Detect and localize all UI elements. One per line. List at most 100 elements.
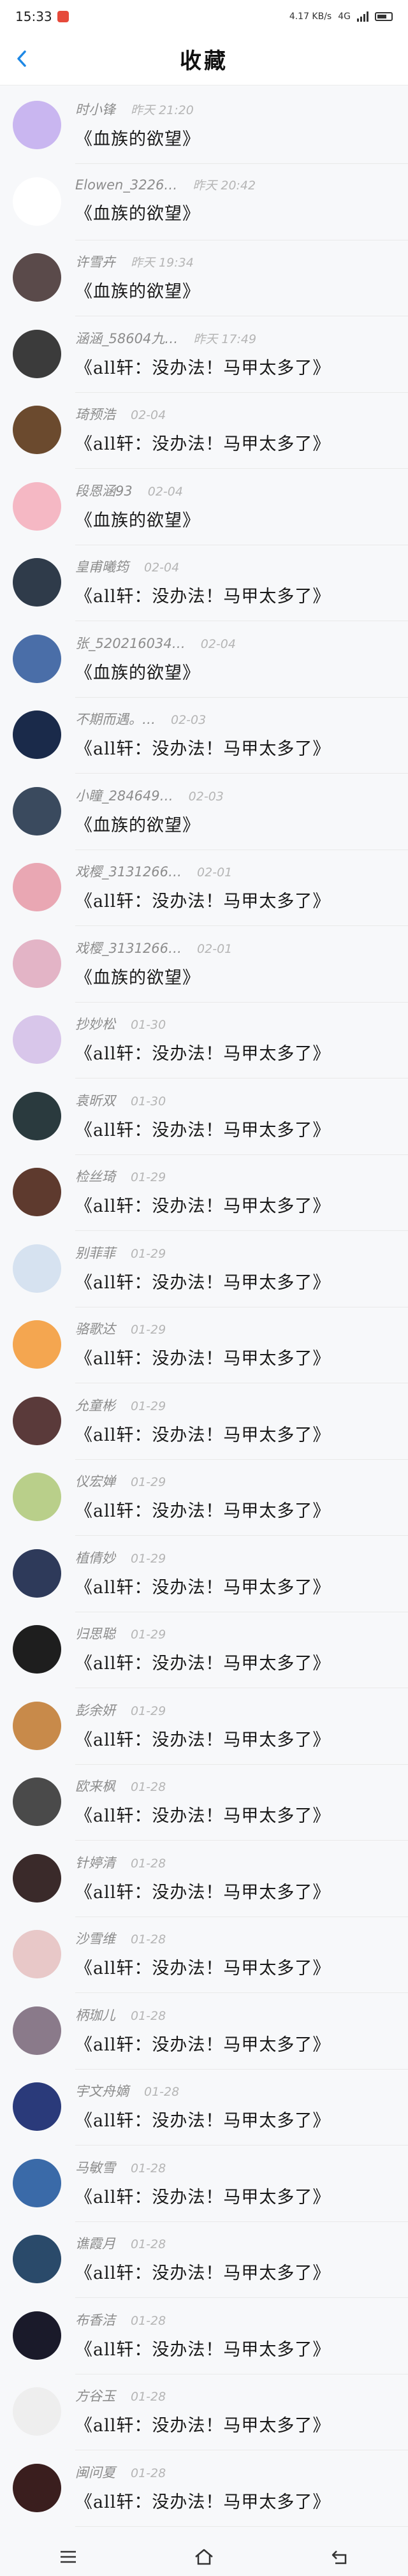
user-name[interactable]: 别菲菲 xyxy=(75,1243,115,1262)
user-name[interactable]: 戏樱_3131266… xyxy=(75,862,182,881)
list-item[interactable]: 涵涵_58604九… 昨天 17:49 《all轩：没办法！马甲太多了》 xyxy=(0,317,408,394)
list-item[interactable]: 允童彬 01-29 《all轩：没办法！马甲太多了》 xyxy=(0,1384,408,1461)
list-item[interactable]: 戏樱_3131266… 02-01 《血族的欲望》 xyxy=(0,927,408,1003)
work-title[interactable]: 《all轩：没办法！马甲太多了》 xyxy=(75,1040,408,1064)
avatar[interactable] xyxy=(13,101,61,149)
user-name[interactable]: 谯霞月 xyxy=(75,2234,115,2253)
list-item[interactable]: 植倩妙 01-29 《all轩：没办法！马甲太多了》 xyxy=(0,1536,408,1613)
user-name[interactable]: 琦预浩 xyxy=(75,404,115,423)
work-title[interactable]: 《血族的欲望》 xyxy=(75,659,408,684)
work-title[interactable]: 《血族的欲望》 xyxy=(75,964,408,989)
list-item[interactable]: 戏樱_3131266… 02-01 《all轩：没办法！马甲太多了》 xyxy=(0,850,408,927)
work-title[interactable]: 《all轩：没办法！马甲太多了》 xyxy=(75,1269,408,1293)
work-title[interactable]: 《all轩：没办法！马甲太多了》 xyxy=(75,1192,408,1217)
work-title[interactable]: 《all轩：没办法！马甲太多了》 xyxy=(75,2107,408,2131)
user-name[interactable]: 许雪卉 xyxy=(75,252,115,271)
avatar[interactable] xyxy=(13,634,61,683)
avatar[interactable] xyxy=(13,939,61,988)
list-item[interactable]: 不期而遇。… 02-03 《all轩：没办法！马甲太多了》 xyxy=(0,698,408,774)
user-name[interactable]: Elowen_3226… xyxy=(75,177,177,193)
user-name[interactable]: 柄珈儿 xyxy=(75,2005,115,2024)
user-name[interactable]: 皇甫曦筠 xyxy=(75,557,129,576)
list-item[interactable]: 彭余妍 01-29 《all轩：没办法！马甲太多了》 xyxy=(0,1689,408,1765)
user-name[interactable]: 段恩涵93 xyxy=(75,481,133,500)
user-name[interactable]: 沙雪维 xyxy=(75,1929,115,1948)
list-item[interactable]: Elowen_3226… 昨天 20:42 《血族的欲望》 xyxy=(0,165,408,241)
avatar[interactable] xyxy=(13,177,61,226)
avatar[interactable] xyxy=(13,863,61,911)
avatar[interactable] xyxy=(13,786,61,835)
work-title[interactable]: 《all轩：没办法！马甲太多了》 xyxy=(75,582,408,607)
list-item[interactable]: 归思聪 01-29 《all轩：没办法！马甲太多了》 xyxy=(0,1612,408,1689)
back-nav-button[interactable] xyxy=(321,2544,359,2570)
work-title[interactable]: 《all轩：没办法！马甲太多了》 xyxy=(75,2259,408,2284)
work-title[interactable]: 《血族的欲望》 xyxy=(75,277,408,302)
list-item[interactable]: 柄珈儿 01-28 《all轩：没办法！马甲太多了》 xyxy=(0,1994,408,2070)
user-name[interactable]: 戏樱_3131266… xyxy=(75,938,182,957)
work-title[interactable]: 《all轩：没办法！马甲太多了》 xyxy=(75,354,408,379)
list-item[interactable]: 许雪卉 昨天 19:34 《血族的欲望》 xyxy=(0,240,408,317)
work-title[interactable]: 《血族的欲望》 xyxy=(75,811,408,836)
work-title[interactable]: 《all轩：没办法！马甲太多了》 xyxy=(75,1344,408,1369)
list-item[interactable]: 骆歌达 01-29 《all轩：没办法！马甲太多了》 xyxy=(0,1307,408,1384)
list-item[interactable]: 琦预浩 02-04 《all轩：没办法！马甲太多了》 xyxy=(0,393,408,469)
user-name[interactable]: 张_520216034… xyxy=(75,633,186,652)
work-title[interactable]: 《all轩：没办法！马甲太多了》 xyxy=(75,2411,408,2436)
user-name[interactable]: 欧来枫 xyxy=(75,1776,115,1795)
user-name[interactable]: 方谷玉 xyxy=(75,2386,115,2405)
user-name[interactable]: 不期而遇。… xyxy=(75,709,156,728)
user-name[interactable]: 植倩妙 xyxy=(75,1548,115,1567)
user-name[interactable]: 时小锋 xyxy=(75,99,115,119)
work-title[interactable]: 《all轩：没办法！马甲太多了》 xyxy=(75,1497,408,1522)
work-title[interactable]: 《血族的欲望》 xyxy=(75,506,408,531)
avatar[interactable] xyxy=(13,1853,61,1903)
list-item[interactable]: 仪宏婵 01-29 《all轩：没办法！马甲太多了》 xyxy=(0,1460,408,1536)
list-item[interactable]: 袁昕双 01-30 《all轩：没办法！马甲太多了》 xyxy=(0,1079,408,1156)
avatar[interactable] xyxy=(13,1168,61,1216)
user-name[interactable]: 宇文舟嫡 xyxy=(75,2081,129,2100)
list-item[interactable]: 闽问夏 01-28 《all轩：没办法！马甲太多了》 xyxy=(0,2451,408,2528)
avatar[interactable] xyxy=(13,1701,61,1750)
list-item[interactable]: 张_520216034… 02-04 《血族的欲望》 xyxy=(0,622,408,698)
avatar[interactable] xyxy=(13,1320,61,1369)
avatar[interactable] xyxy=(13,2463,61,2512)
list-item[interactable]: 方谷玉 01-28 《all轩：没办法！马甲太多了》 xyxy=(0,2374,408,2451)
avatar[interactable] xyxy=(13,2082,61,2131)
user-name[interactable]: 检丝琦 xyxy=(75,1167,115,1186)
user-name[interactable]: 袁昕双 xyxy=(75,1091,115,1110)
work-title[interactable]: 《all轩：没办法！马甲太多了》 xyxy=(75,2031,408,2056)
avatar[interactable] xyxy=(13,710,61,759)
user-name[interactable]: 抄妙松 xyxy=(75,1014,115,1033)
avatar[interactable] xyxy=(13,2158,61,2207)
list-item[interactable]: 欧来枫 01-28 《all轩：没办法！马甲太多了》 xyxy=(0,1765,408,1841)
user-name[interactable]: 布香洁 xyxy=(75,2310,115,2329)
work-title[interactable]: 《all轩：没办法！马甲太多了》 xyxy=(75,1573,408,1598)
menu-button[interactable] xyxy=(49,2544,87,2570)
work-title[interactable]: 《all轩：没办法！马甲太多了》 xyxy=(75,887,408,912)
avatar[interactable] xyxy=(13,1015,61,1064)
avatar[interactable] xyxy=(13,482,61,531)
list-item[interactable]: 针婷清 01-28 《all轩：没办法！马甲太多了》 xyxy=(0,1841,408,1918)
list-item[interactable]: 宇文舟嫡 01-28 《all轩：没办法！马甲太多了》 xyxy=(0,2070,408,2146)
work-title[interactable]: 《all轩：没办法！马甲太多了》 xyxy=(75,2488,408,2513)
list-item[interactable]: 谯霞月 01-28 《all轩：没办法！马甲太多了》 xyxy=(0,2222,408,2299)
user-name[interactable]: 骆歌达 xyxy=(75,1319,115,1338)
home-button[interactable] xyxy=(185,2544,223,2570)
avatar[interactable] xyxy=(13,2235,61,2283)
list-item[interactable]: 检丝琦 01-29 《all轩：没办法！马甲太多了》 xyxy=(0,1155,408,1232)
avatar[interactable] xyxy=(13,2006,61,2055)
avatar[interactable] xyxy=(13,1396,61,1445)
work-title[interactable]: 《all轩：没办法！马甲太多了》 xyxy=(75,2183,408,2208)
list-item[interactable]: 皇甫曦筠 02-04 《all轩：没办法！马甲太多了》 xyxy=(0,545,408,622)
list-item[interactable]: 马敏雪 01-28 《all轩：没办法！马甲太多了》 xyxy=(0,2146,408,2223)
list-item[interactable]: 布香洁 01-28 《all轩：没办法！马甲太多了》 xyxy=(0,2299,408,2375)
avatar[interactable] xyxy=(13,2387,61,2436)
work-title[interactable]: 《all轩：没办法！马甲太多了》 xyxy=(75,1802,408,1827)
avatar[interactable] xyxy=(13,1473,61,1521)
user-name[interactable]: 归思聪 xyxy=(75,1624,115,1643)
work-title[interactable]: 《血族的欲望》 xyxy=(75,125,408,150)
list-item[interactable]: 沙雪维 01-28 《all轩：没办法！马甲太多了》 xyxy=(0,1917,408,1994)
avatar[interactable] xyxy=(13,1777,61,1826)
work-title[interactable]: 《all轩：没办法！马甲太多了》 xyxy=(75,1116,408,1141)
user-name[interactable]: 针婷清 xyxy=(75,1853,115,1872)
